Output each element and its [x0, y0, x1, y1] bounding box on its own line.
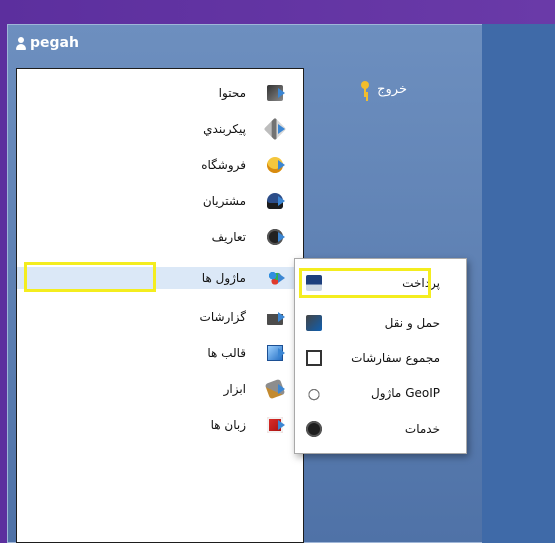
- arrow-right-icon: [278, 273, 285, 283]
- sub-menu-item-geoip[interactable]: GeoIP ماژول: [295, 380, 466, 407]
- main-menu: محتوا پيکربندي فروشگاه مشتریان تعاریف ما…: [16, 68, 304, 543]
- main-menu-item-store[interactable]: فروشگاه: [17, 154, 303, 176]
- main-menu-item-label: زبان ها: [210, 418, 246, 432]
- username: pegah: [30, 35, 79, 51]
- main-menu-item-label: ابزار: [223, 382, 246, 396]
- arrow-right-icon: [278, 420, 285, 430]
- sub-menu-item-label: مجموع سفارشات: [351, 351, 440, 365]
- main-menu-item-reports[interactable]: گزارشات: [17, 306, 303, 328]
- user-icon: [16, 36, 26, 50]
- main-menu-item-label: گزارشات: [199, 310, 246, 324]
- main-menu-item-label: تعاریف: [211, 230, 246, 244]
- arrow-right-icon: [278, 124, 285, 134]
- main-menu-item-customers[interactable]: مشتریان: [17, 190, 303, 212]
- sub-menu-item-services[interactable]: خدمات: [295, 416, 466, 443]
- geoip-icon: [306, 385, 322, 401]
- sub-menu-item-label: GeoIP ماژول: [370, 386, 440, 400]
- arrow-right-icon: [278, 196, 285, 206]
- right-background: [482, 24, 555, 543]
- main-menu-item-content[interactable]: محتوا: [17, 82, 303, 104]
- main-menu-item-label: فروشگاه: [201, 158, 246, 172]
- shipping-icon: [306, 315, 322, 331]
- key-icon: [360, 81, 370, 97]
- main-menu-item-templates[interactable]: قالب ها: [17, 342, 303, 364]
- main-menu-item-label: ماژول ها: [201, 271, 246, 285]
- arrow-right-icon: [278, 312, 285, 322]
- services-icon: [306, 421, 322, 437]
- arrow-right-icon: [278, 88, 285, 98]
- main-menu-item-label: قالب ها: [207, 346, 246, 360]
- sub-menu-item-shipping[interactable]: حمل و نقل: [295, 310, 466, 337]
- main-menu-item-settings[interactable]: پيکربندي: [17, 117, 303, 141]
- exit-label: خروج: [377, 81, 407, 97]
- main-menu-item-label: محتوا: [218, 86, 246, 100]
- sub-menu-item-label: خدمات: [404, 422, 440, 436]
- arrow-right-icon: [278, 348, 285, 358]
- main-menu-item-label: پيکربندي: [203, 122, 246, 136]
- arrow-right-icon: [278, 384, 285, 394]
- main-menu-item-definitions[interactable]: تعاریف: [17, 226, 303, 248]
- highlight-box-payment: [299, 268, 431, 298]
- main-menu-item-languages[interactable]: زبان ها: [17, 414, 303, 436]
- user-info: pegah: [16, 30, 79, 56]
- sub-menu-item-order-totals[interactable]: مجموع سفارشات: [295, 345, 466, 372]
- order-totals-icon: [306, 350, 322, 366]
- arrow-right-icon: [278, 232, 285, 242]
- main-menu-item-label: مشتریان: [202, 194, 246, 208]
- main-menu-item-tools[interactable]: ابزار: [17, 378, 303, 400]
- sub-menu-item-label: حمل و نقل: [384, 316, 440, 330]
- arrow-right-icon: [278, 160, 285, 170]
- exit-button[interactable]: خروج: [345, 78, 407, 100]
- highlight-box-modules: [24, 262, 156, 292]
